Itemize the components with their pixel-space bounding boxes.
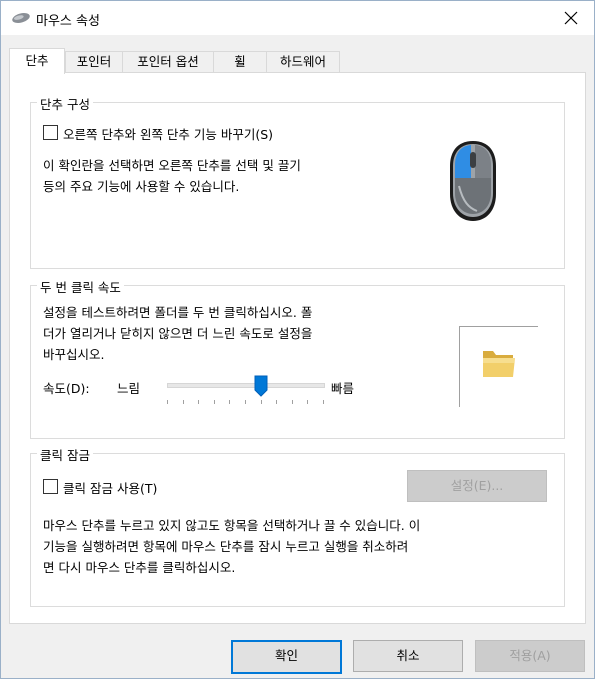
window-title: 마우스 속성 xyxy=(36,14,100,29)
click-lock-description-1: 마우스 단추를 누르고 있지 않고도 항목을 선택하거나 끌 수 있습니다. 이 xyxy=(43,518,421,533)
slider-tick xyxy=(245,400,246,404)
double-click-description-3: 바꾸십시오. xyxy=(43,347,105,362)
dialog-body: 단추 포인터 포인터 옵션 휠 하드웨어 단추 구성 오른쪽 단추와 왼쪽 단추… xyxy=(1,35,594,678)
double-click-speed-slider[interactable] xyxy=(167,374,327,410)
double-click-test-area[interactable] xyxy=(459,326,538,407)
tab-panel-buttons: 단추 구성 오른쪽 단추와 왼쪽 단추 기능 바꾸기(S) 이 확인란을 선택하… xyxy=(9,72,586,624)
mouse-illustration xyxy=(450,141,496,221)
switch-buttons-description-2: 등의 주요 기능에 사용할 수 있습니다. xyxy=(43,179,240,194)
cancel-button[interactable]: 취소 xyxy=(353,640,463,672)
slider-tick xyxy=(182,400,184,404)
slider-tick xyxy=(307,400,309,404)
slider-track xyxy=(167,383,325,388)
folder-icon[interactable] xyxy=(480,345,518,381)
tab-hardware[interactable]: 하드웨어 xyxy=(266,51,340,73)
mouse-properties-dialog: 마우스 속성 단추 포인터 포인터 옵션 휠 하드웨어 단추 구성 오른쪽 단추… xyxy=(0,0,595,679)
click-lock-group: 클릭 잠금 클릭 잠금 사용(T) 설정(E)... 마우스 단추를 누르고 있… xyxy=(30,445,565,607)
click-lock-description-3: 면 다시 마우스 단추를 클릭하십시오. xyxy=(43,560,236,575)
tab-wheel[interactable]: 휠 xyxy=(213,51,267,73)
group-title-click-lock: 클릭 잠금 xyxy=(37,445,93,464)
tab-buttons[interactable]: 단추 xyxy=(9,48,65,74)
slider-thumb[interactable] xyxy=(254,375,268,397)
switch-buttons-label[interactable]: 오른쪽 단추와 왼쪽 단추 기능 바꾸기(S) xyxy=(63,124,273,143)
tab-pointer-options[interactable]: 포인터 옵션 xyxy=(122,51,214,73)
slider-tick xyxy=(229,400,231,404)
double-click-description-2: 더가 열리거나 닫히지 않으면 더 느린 속도로 설정을 xyxy=(43,326,313,341)
apply-button[interactable]: 적용(A) xyxy=(475,640,585,672)
slider-tick xyxy=(276,400,278,404)
close-button[interactable] xyxy=(548,1,594,35)
double-click-description-1: 설정을 테스트하려면 폴더를 두 번 클릭하십시오. 폴 xyxy=(43,305,313,320)
close-icon xyxy=(564,11,578,25)
button-configuration-group: 단추 구성 오른쪽 단추와 왼쪽 단추 기능 바꾸기(S) 이 확인란을 선택하… xyxy=(30,94,565,269)
slider-tick xyxy=(198,400,200,404)
slider-tick xyxy=(260,400,262,404)
group-title-button-configuration: 단추 구성 xyxy=(37,94,93,113)
slider-tick xyxy=(323,400,324,404)
fast-label: 빠름 xyxy=(331,381,355,396)
click-lock-label[interactable]: 클릭 잠금 사용(T) xyxy=(63,478,157,497)
group-title-double-click-speed: 두 번 클릭 속도 xyxy=(37,277,124,296)
click-lock-checkbox[interactable] xyxy=(43,479,58,494)
mouse-icon xyxy=(11,12,31,24)
slider-tick xyxy=(213,400,215,404)
switch-buttons-description-1: 이 확인란을 선택하면 오른쪽 단추를 선택 및 끌기 xyxy=(43,158,301,173)
double-click-speed-group: 두 번 클릭 속도 설정을 테스트하려면 폴더를 두 번 클릭하십시오. 폴 더… xyxy=(30,277,565,439)
speed-label: 속도(D): xyxy=(43,381,90,396)
switch-buttons-checkbox[interactable] xyxy=(43,125,58,140)
click-lock-settings-button[interactable]: 설정(E)... xyxy=(407,470,547,502)
title-bar: 마우스 속성 xyxy=(1,1,594,35)
ok-button[interactable]: 확인 xyxy=(231,640,342,674)
click-lock-description-2: 기능을 실행하려면 항목에 마우스 단추를 잠시 누르고 실행을 취소하려 xyxy=(43,539,409,554)
slider-tick xyxy=(167,400,168,404)
slow-label: 느림 xyxy=(117,381,141,396)
slider-tick xyxy=(291,400,293,404)
tab-pointers[interactable]: 포인터 xyxy=(65,51,123,73)
